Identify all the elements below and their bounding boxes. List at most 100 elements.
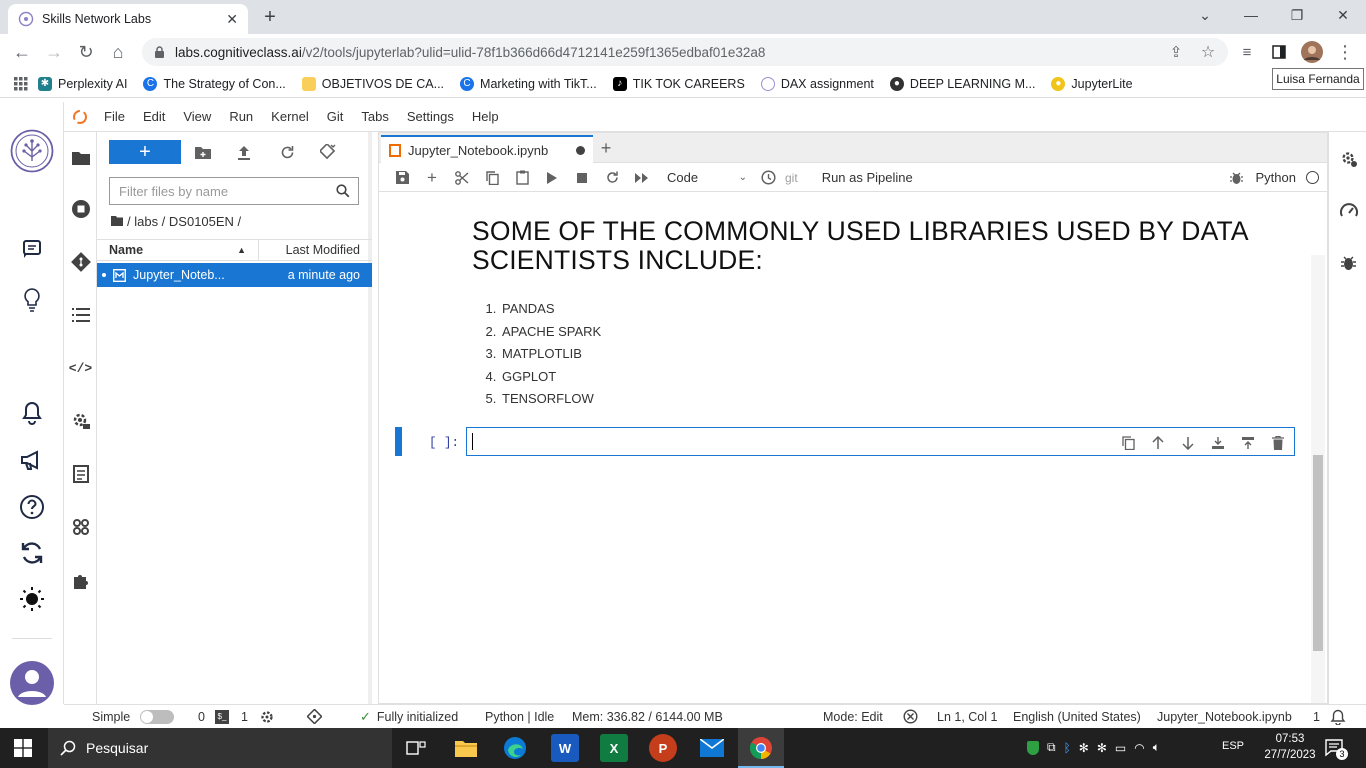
terminals-count[interactable]: 0 $_ [198,709,229,724]
menu-view[interactable]: View [183,109,211,124]
close-tab-icon[interactable]: ✕ [226,11,238,28]
sync-icon[interactable] [0,533,64,573]
run-as-pipeline-button[interactable]: Run as Pipeline [822,170,913,185]
fast-forward-icon[interactable] [627,166,657,190]
cut-icon[interactable] [447,166,477,190]
kernel-name[interactable]: Python [1256,170,1296,185]
upload-icon[interactable] [232,140,256,164]
restart-icon[interactable] [597,166,627,190]
debugger-bug-icon[interactable] [1222,166,1252,190]
paste-icon[interactable] [507,166,537,190]
insert-below-icon[interactable] [1239,434,1257,452]
action-center-icon[interactable]: 3 [1325,738,1348,760]
browser-menu-icon[interactable]: ⋮ [1332,39,1358,65]
close-window-button[interactable]: ✕ [1320,0,1366,30]
duplicate-cell-icon[interactable] [1119,434,1137,452]
git-status-icon[interactable] [307,709,322,724]
kernels-count[interactable]: 1 [241,710,274,724]
kernel-sessions-icon[interactable] [64,512,97,542]
reading-list-icon[interactable]: ≡ [1234,39,1260,65]
edge-icon[interactable] [501,734,529,762]
menu-tabs[interactable]: Tabs [361,109,388,124]
profile-avatar[interactable] [1299,39,1325,65]
menu-file[interactable]: File [104,109,125,124]
breadcrumb-path[interactable]: / labs / DS0105EN / [127,214,241,229]
gauge-icon[interactable] [1332,195,1365,225]
new-folder-icon[interactable] [191,140,215,164]
bookmark-item-deep-learning[interactable]: ● DEEP LEARNING M... [889,76,1035,91]
menu-kernel[interactable]: Kernel [271,109,309,124]
new-launcher-button[interactable]: + [109,140,181,164]
bookmark-item-strategy[interactable]: C The Strategy of Con... [143,76,286,91]
file-filter-input[interactable]: Filter files by name [109,177,359,205]
extension-settings-icon[interactable] [64,406,97,436]
wifi-icon[interactable]: ◠ [1134,741,1144,755]
move-up-icon[interactable] [1149,434,1167,452]
file-list-item[interactable]: Jupyter_Noteb... a minute ago [97,263,372,287]
tab-search-icon[interactable]: ⌄ [1182,0,1228,30]
menu-help[interactable]: Help [472,109,499,124]
cursor-position[interactable]: Ln 1, Col 1 [937,710,997,724]
bookmark-star-icon[interactable]: ☆ [1195,39,1221,65]
word-icon[interactable]: W [551,734,579,762]
code-snippets-icon[interactable]: </> [64,353,97,383]
browser-tab[interactable]: Skills Network Labs ✕ [8,4,248,34]
unsaved-dot-icon[interactable] [576,146,585,155]
taskbar-clock[interactable]: 07:53 27/7/2023 [1260,731,1320,763]
column-last-modified[interactable]: Last Modified [259,243,372,257]
simple-mode-toggle[interactable]: Simple [92,709,175,724]
meet-now-icon[interactable]: ⧉ [1047,740,1056,755]
git-clone-icon[interactable] [316,140,340,164]
refresh-icon[interactable] [275,140,299,164]
share-icon[interactable]: ⇪ [1163,39,1189,65]
side-panel-icon[interactable] [1266,39,1292,65]
active-cell-indicator[interactable] [395,427,402,456]
insert-above-icon[interactable] [1209,434,1227,452]
back-button[interactable]: ← [9,39,35,65]
home-button[interactable]: ⌂ [105,39,131,65]
notebook-tab[interactable]: Jupyter_Notebook.ipynb [381,135,593,164]
chat-icon[interactable] [0,229,64,269]
extension-manager-icon[interactable] [64,565,97,595]
excel-icon[interactable]: X [600,734,628,762]
menu-run[interactable]: Run [229,109,253,124]
stop-icon[interactable] [567,166,597,190]
battery-icon[interactable]: ▭ [1115,741,1126,755]
tool-icon[interactable]: ✻ [1097,741,1107,755]
menu-settings[interactable]: Settings [407,109,454,124]
menu-git[interactable]: Git [327,109,344,124]
new-tab-button[interactable]: + [258,6,282,28]
input-language[interactable]: ESP [1222,740,1244,752]
apps-grid-icon[interactable] [14,76,28,91]
new-tab-plus-button[interactable]: + [595,137,617,159]
task-view-icon[interactable] [402,734,430,762]
kernel-status[interactable]: Python | Idle [485,710,554,724]
lightbulb-icon[interactable] [0,280,64,320]
reload-button[interactable]: ↻ [73,39,99,65]
language-selector[interactable]: English (United States) [1013,710,1141,724]
trust-icon[interactable] [903,709,918,724]
move-down-icon[interactable] [1179,434,1197,452]
skills-network-logo-icon[interactable] [0,126,64,176]
debugger-icon[interactable] [1332,248,1365,278]
notification-count[interactable]: 1 [1313,709,1346,725]
column-name[interactable]: Name ▲ [97,240,259,260]
home-folder-icon[interactable] [111,216,123,226]
bell-icon[interactable] [0,393,64,433]
mail-icon[interactable] [698,734,726,762]
bookmark-item-tiktok[interactable]: ♪ TIK TOK CAREERS [612,76,745,91]
address-bar[interactable]: labs.cognitiveclass.ai/v2/tools/jupyterl… [142,38,1228,66]
bookmark-item-dax[interactable]: DAX assignment [760,76,874,91]
lsp-status[interactable]: ✓ Fully initialized [360,709,458,725]
windows-start-icon[interactable] [14,739,32,757]
cell-type-select[interactable]: Code ⌄ [667,170,747,185]
taskbar-search-box[interactable]: Pesquisar [48,728,392,768]
insert-cell-icon[interactable]: + [417,166,447,190]
bluetooth-icon[interactable]: ᛒ [1064,741,1071,755]
scrollbar-thumb[interactable] [1313,455,1323,651]
folder-icon[interactable] [64,142,97,172]
powerpoint-icon[interactable]: P [649,734,677,762]
megaphone-icon[interactable] [0,440,64,480]
help-icon[interactable] [0,487,64,527]
delete-cell-icon[interactable] [1269,434,1287,452]
